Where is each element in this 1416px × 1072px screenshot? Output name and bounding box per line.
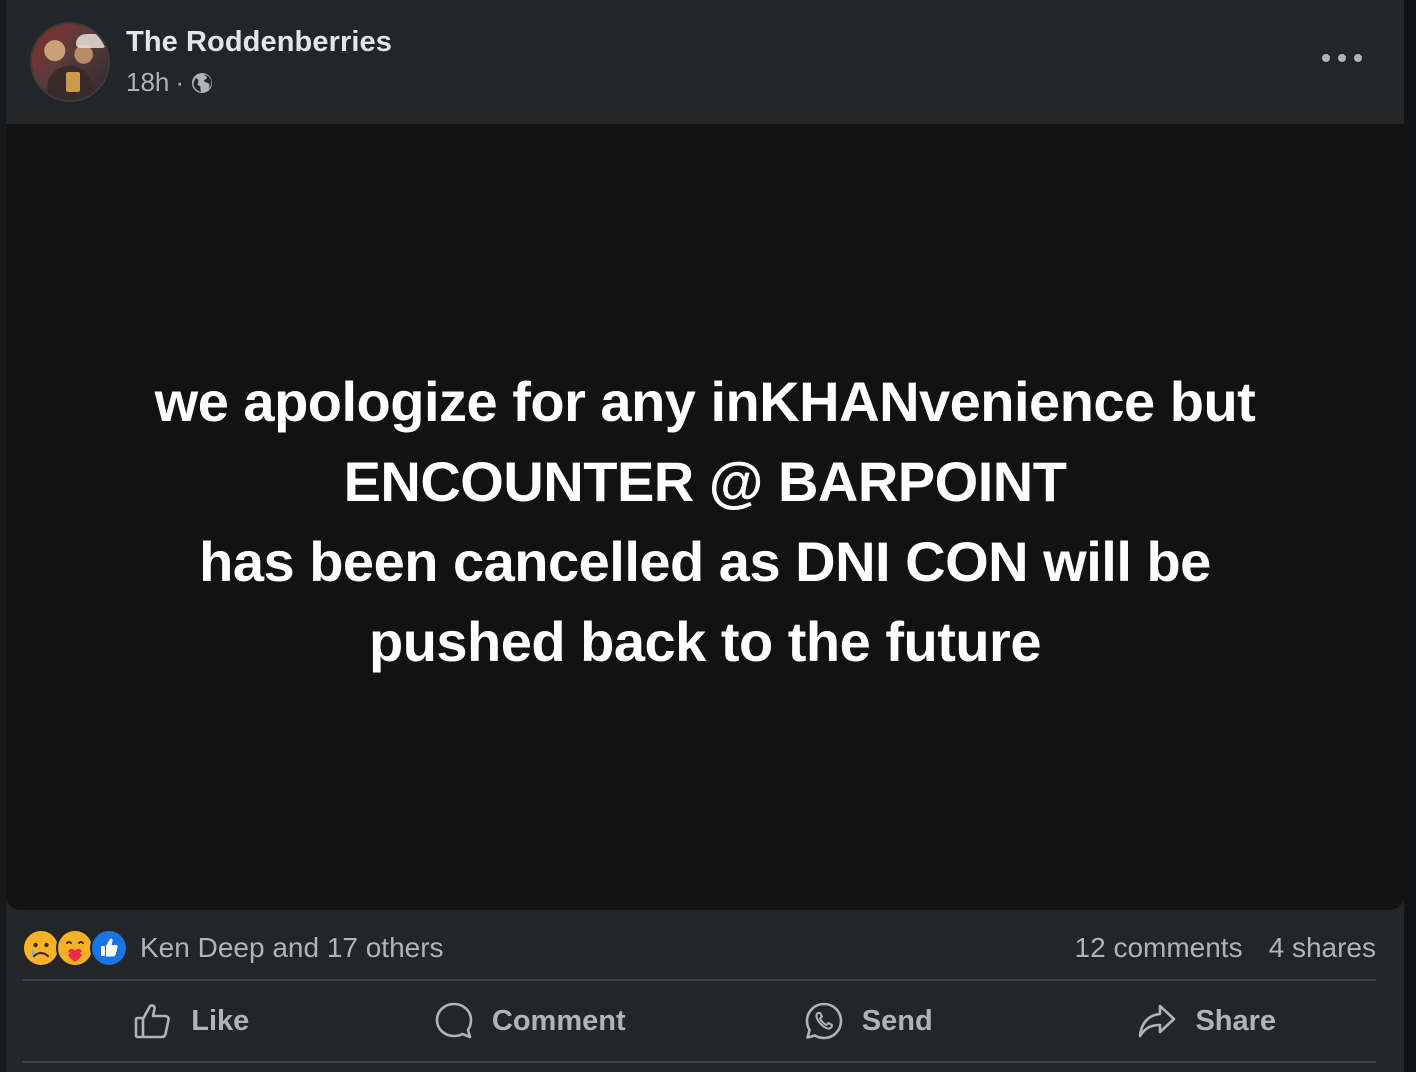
post-actions: Like Comment Send Share (22, 983, 1376, 1059)
send-label: Send (861, 1004, 933, 1037)
media-line: has been cancelled as DNI CON will be (199, 530, 1211, 593)
post-media-text: we apologize for any inKHANvenience but … (155, 362, 1256, 682)
reactions-summary[interactable]: Ken Deep and 17 others (140, 932, 444, 964)
post-stats: Ken Deep and 17 others 12 comments 4 sha… (22, 920, 1376, 976)
post-time[interactable]: 18h (126, 67, 169, 98)
share-button[interactable]: Share (1038, 983, 1377, 1059)
page-edge-right (1404, 0, 1416, 1072)
like-icon (134, 1004, 171, 1039)
engagement-counts: 12 comments 4 shares (1075, 932, 1376, 964)
comment-button[interactable]: Comment (361, 983, 700, 1059)
media-line: ENCOUNTER @ BARPOINT (343, 450, 1067, 513)
post-meta: 18h · (126, 67, 214, 98)
globe-icon (192, 72, 213, 93)
post-media-text-image[interactable]: we apologize for any inKHANvenience but … (6, 124, 1404, 910)
author-name[interactable]: The Roddenberries (126, 26, 392, 59)
post-header: The Roddenberries 18h · (6, 0, 1404, 124)
like-button[interactable]: Like (22, 983, 361, 1059)
divider (22, 1061, 1376, 1063)
comments-count[interactable]: 12 comments (1075, 932, 1243, 964)
avatar-detail (66, 72, 80, 92)
avatar-detail (76, 34, 106, 48)
media-line: we apologize for any inKHANvenience but (154, 370, 1256, 433)
author-avatar[interactable] (30, 22, 110, 102)
comment-label: Comment (491, 1004, 626, 1037)
more-options-icon[interactable] (1322, 44, 1362, 72)
reaction-icons[interactable] (22, 929, 128, 967)
divider (22, 979, 1376, 981)
like-label: Like (191, 1004, 250, 1037)
shares-count[interactable]: 4 shares (1269, 932, 1376, 964)
send-button[interactable]: Send (699, 983, 1038, 1059)
meta-separator: · (175, 67, 185, 97)
sad-reaction-icon (22, 929, 60, 967)
comment-icon (435, 1002, 473, 1039)
share-label: Share (1195, 1004, 1277, 1037)
share-icon (1139, 1004, 1176, 1038)
whatsapp-icon (805, 1002, 843, 1040)
care-reaction-icon (56, 929, 94, 967)
post-card: The Roddenberries 18h · we apologize for… (6, 0, 1404, 1072)
media-line: pushed back to the future (368, 610, 1041, 673)
like-reaction-icon (90, 929, 128, 967)
